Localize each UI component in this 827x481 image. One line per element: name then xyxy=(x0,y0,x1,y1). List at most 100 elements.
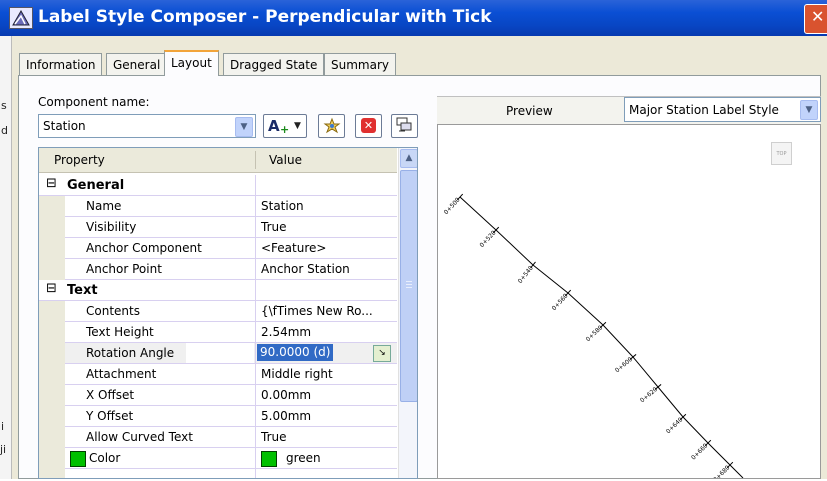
grid-scrollbar[interactable]: ▲ xyxy=(398,148,417,478)
tab-dragged-state[interactable]: Dragged State xyxy=(223,53,325,75)
collapse-icon[interactable]: ⊟ xyxy=(46,281,57,296)
preview-canvas[interactable]: 0+500 0+520 0+540 0+560 0+580 0+600 0+620 0+640… xyxy=(437,124,821,481)
property-value[interactable]: 2.54mm xyxy=(261,325,311,339)
title-bar: Label Style Composer - Perpendicular wit… xyxy=(0,0,827,36)
draw-order-icon xyxy=(396,117,412,132)
property-grid: Property Value ⊟ General Name Station Vis… xyxy=(38,147,418,479)
property-name: Contents xyxy=(86,304,140,318)
copy-component-icon xyxy=(323,117,341,134)
property-name: Visibility xyxy=(86,220,137,234)
text-component-icon: A xyxy=(268,117,280,135)
background-window-edge: s d i ji xyxy=(0,36,12,479)
scroll-thumb[interactable] xyxy=(400,170,417,402)
property-name-cell-fill xyxy=(186,343,254,363)
property-name: Anchor Component xyxy=(86,241,202,255)
property-row-rotation-angle[interactable]: Rotation Angle 90.0000 (d) ↘ xyxy=(39,343,397,364)
station-label: 0+600 xyxy=(614,356,634,374)
station-label: 0+620 xyxy=(639,386,659,404)
view-top-button[interactable]: TOP xyxy=(771,142,792,165)
property-row-name[interactable]: Name Station xyxy=(39,196,397,217)
chevron-down-icon[interactable]: ▼ xyxy=(800,100,818,120)
rotation-angle-input[interactable]: 90.0000 (d) xyxy=(257,344,334,361)
property-value[interactable]: 5.00mm xyxy=(261,409,311,423)
component-draw-order-button[interactable] xyxy=(391,114,418,138)
color-swatch-icon xyxy=(261,451,277,467)
plus-icon: + xyxy=(280,123,290,136)
color-swatch-icon xyxy=(70,451,86,467)
property-row-contents[interactable]: Contents {\fTimes New Ro... xyxy=(39,301,397,322)
component-name-value: Station xyxy=(43,119,86,133)
copy-component-button[interactable] xyxy=(318,114,345,138)
tab-information[interactable]: Information xyxy=(19,53,103,75)
property-name: Y Offset xyxy=(86,409,134,423)
tab-layout[interactable]: Layout xyxy=(164,50,219,76)
window-title: Label Style Composer - Perpendicular wit… xyxy=(38,7,492,27)
preview-drawing: 0+500 0+520 0+540 0+560 0+580 0+600 0+620 0+640… xyxy=(443,193,744,481)
property-row-attachment[interactable]: Attachment Middle right xyxy=(39,364,397,385)
category-text[interactable]: ⊟ Text xyxy=(39,280,397,301)
property-name: Rotation Angle xyxy=(86,346,175,360)
property-row-anchor-point[interactable]: Anchor Point Anchor Station xyxy=(39,259,397,280)
value-column-header[interactable]: Value xyxy=(269,153,302,167)
property-name: X Offset xyxy=(86,388,135,402)
property-value[interactable]: Anchor Station xyxy=(261,262,350,276)
tab-label: General xyxy=(113,58,161,72)
property-value[interactable]: green xyxy=(286,451,321,465)
scroll-up-icon[interactable]: ▲ xyxy=(400,149,417,168)
tab-label: Information xyxy=(26,58,96,72)
property-name: Color xyxy=(89,451,121,465)
property-value[interactable]: Station xyxy=(261,199,304,213)
property-column-header[interactable]: Property xyxy=(54,153,105,167)
create-text-component-button[interactable]: A + ▼ xyxy=(263,114,307,138)
tab-general[interactable]: General xyxy=(106,53,168,75)
component-name-combo[interactable]: Station ▼ xyxy=(38,114,256,138)
property-value[interactable]: {\fTimes New Ro... xyxy=(261,304,373,318)
tab-label: Layout xyxy=(171,56,212,70)
property-row-text-height[interactable]: Text Height 2.54mm xyxy=(39,322,397,343)
property-name: Anchor Point xyxy=(86,262,162,276)
property-name: Name xyxy=(86,199,122,213)
property-value[interactable]: True xyxy=(261,430,287,444)
collapse-icon[interactable]: ⊟ xyxy=(46,176,57,191)
close-button[interactable]: ✕ xyxy=(804,4,827,34)
property-row-y-offset[interactable]: Y Offset 5.00mm xyxy=(39,406,397,427)
station-label: 0+580 xyxy=(585,324,605,343)
station-label: 0+540 xyxy=(517,265,535,285)
tab-label: Summary xyxy=(331,58,389,72)
property-row-visibility[interactable]: Visibility True xyxy=(39,217,397,238)
station-label: 0+560 xyxy=(551,292,570,312)
property-name: Allow Curved Text xyxy=(86,430,193,444)
property-row-color[interactable]: Color green xyxy=(39,448,397,469)
category-label: General xyxy=(67,178,125,193)
grid-header: Property Value xyxy=(39,148,397,173)
component-name-label: Component name: xyxy=(38,95,150,109)
preview-style-value: Major Station Label Style xyxy=(629,103,779,117)
close-icon: ✕ xyxy=(811,7,825,26)
category-general[interactable]: ⊟ General xyxy=(39,175,397,196)
app-icon xyxy=(9,7,33,29)
property-row-allow-curved-text[interactable]: Allow Curved Text True xyxy=(39,427,397,448)
column-divider[interactable] xyxy=(255,151,256,169)
property-row-x-offset[interactable]: X Offset 0.00mm xyxy=(39,385,397,406)
background-text-i: i xyxy=(1,420,5,433)
property-row-partial xyxy=(39,469,397,478)
category-label: Text xyxy=(67,283,98,298)
pick-angle-button[interactable]: ↘ xyxy=(373,345,391,362)
chevron-down-icon[interactable]: ▼ xyxy=(235,117,253,137)
background-text-d: d xyxy=(1,124,8,137)
property-value[interactable]: True xyxy=(261,220,287,234)
property-name: Attachment xyxy=(86,367,157,381)
property-row-anchor-component[interactable]: Anchor Component <Feature> xyxy=(39,238,397,259)
property-value[interactable]: 0.00mm xyxy=(261,388,311,402)
preview-style-combo[interactable]: Major Station Label Style ▼ xyxy=(624,97,821,122)
chevron-down-icon: ▼ xyxy=(294,121,301,131)
alignment-line xyxy=(459,196,744,479)
delete-component-button[interactable]: ✕ xyxy=(355,114,382,138)
property-value[interactable]: <Feature> xyxy=(261,241,326,255)
property-name: Text Height xyxy=(86,325,154,339)
tab-summary[interactable]: Summary xyxy=(324,53,396,75)
property-value[interactable]: Middle right xyxy=(261,367,333,381)
background-text-ji: ji xyxy=(0,443,7,456)
background-text-s: s xyxy=(1,99,7,112)
tab-label: Dragged State xyxy=(230,58,318,72)
